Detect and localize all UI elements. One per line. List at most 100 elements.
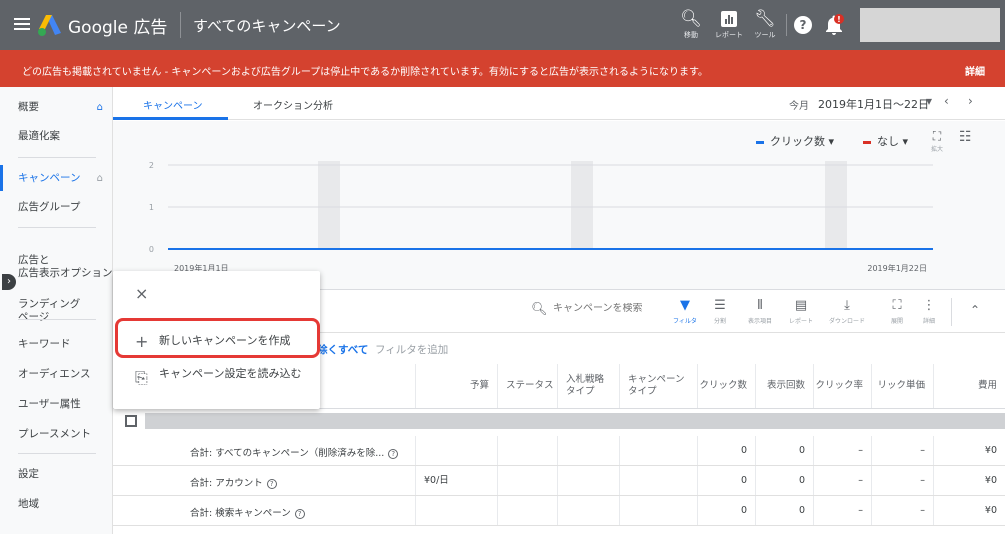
help-icon[interactable]: ?: [266, 479, 277, 489]
sidebar-item-label: 地域: [18, 498, 39, 510]
help-icon[interactable]: ?: [388, 449, 399, 459]
chart-settings-icon[interactable]: ☷: [959, 129, 972, 145]
cell-budget: [415, 496, 497, 525]
sidebar-item-demographics[interactable]: ユーザー属性: [0, 398, 113, 411]
y-tick-label: 1: [149, 203, 154, 212]
cell-campaign-type: [619, 466, 697, 495]
filter-button[interactable]: ▼ フィルタ: [665, 296, 705, 325]
column-header-impressions[interactable]: 表示回数: [755, 364, 813, 408]
help-icon[interactable]: ?: [294, 509, 305, 519]
help-icon[interactable]: ?: [794, 16, 812, 34]
date-prev-icon[interactable]: ‹: [944, 94, 949, 108]
tools-button[interactable]: 🔧︎ ツール: [748, 8, 782, 44]
navigate-button[interactable]: 🔍︎ 移動: [674, 8, 708, 44]
filter-label: フィルタ: [673, 318, 697, 325]
highlight-annotation: [115, 318, 320, 358]
tab-campaigns[interactable]: キャンペーン: [143, 97, 203, 112]
date-next-icon[interactable]: ›: [968, 94, 973, 108]
cell-campaign-type: [619, 496, 697, 525]
table-row: 合計: アカウント? ¥0/日 0 0 – – ¥0: [113, 466, 1005, 496]
column-header-bid-strategy[interactable]: 入札戦略 タイプ: [557, 364, 619, 408]
active-tab-indicator: [113, 117, 228, 120]
alert-details-link[interactable]: 詳細: [965, 63, 985, 78]
navigate-label: 移動: [684, 31, 698, 39]
header-separator: [180, 12, 181, 38]
table-row: 合計: すべてのキャンペーン（削除済みを除...? 0 0 – – ¥0: [113, 436, 1005, 466]
column-header-ctr[interactable]: クリック率: [813, 364, 871, 408]
chevron-up-icon[interactable]: ⌃: [970, 303, 980, 317]
toolbar-separator: [951, 298, 952, 326]
weekend-band-0: [318, 161, 340, 249]
brand-name[interactable]: Google 広告: [68, 13, 167, 38]
cell-impressions: 0: [755, 436, 813, 465]
alert-banner: どの広告も掲載されていません - キャンペーンおよび広告グループは停止中であるか…: [0, 50, 1005, 87]
search-icon: 🔍︎: [531, 302, 548, 317]
row-name-text: 合計: アカウント: [190, 478, 263, 489]
row-name-text: 合計: 検索キャンペーン: [190, 508, 291, 519]
metric2-swatch: [863, 140, 871, 144]
sidebar-item-label: 最適化案: [18, 130, 60, 142]
page-title: すべてのキャンペーン: [193, 17, 341, 35]
segment-button[interactable]: ☰ 分割: [700, 296, 740, 325]
report-icon: [712, 8, 746, 30]
metric1-label: クリック数: [770, 135, 825, 148]
columns-button[interactable]: ⫴ 表示項目: [740, 296, 780, 325]
tools-label: ツール: [754, 31, 776, 39]
y-tick-label: 0: [149, 245, 154, 254]
y-tick-label: 2: [149, 161, 154, 170]
sidebar-item-ads-extensions[interactable]: 広告と 広告表示オプション: [0, 241, 113, 280]
date-dropdown-icon[interactable]: ▾: [926, 94, 932, 108]
reports-button[interactable]: ▤ レポート: [781, 296, 821, 325]
cell-impressions: 0: [755, 466, 813, 495]
cell-budget: ¥0/日: [415, 466, 497, 495]
close-icon[interactable]: ×: [135, 284, 148, 303]
sidebar-item-keywords[interactable]: キーワード: [0, 338, 113, 351]
sidebar-item-audiences[interactable]: オーディエンス: [0, 368, 113, 381]
column-header-clicks[interactable]: クリック数: [697, 364, 755, 408]
sidebar-item-label: オーディエンス: [18, 368, 91, 380]
reports-button[interactable]: レポート: [712, 8, 746, 44]
column-header-campaign-type[interactable]: キャンペーン タイプ: [619, 364, 697, 408]
expand-icon: ⛶: [932, 129, 942, 143]
sidebar-item-label: 設定: [18, 468, 39, 480]
sidebar-item-placements[interactable]: プレースメント: [0, 428, 113, 441]
sidebar-item-campaigns[interactable]: キャンペーン ⌂: [0, 165, 113, 191]
reports-label: レポート: [788, 318, 813, 325]
hamburger-menu-icon[interactable]: [14, 15, 30, 35]
column-header-status[interactable]: ステータス: [497, 364, 557, 408]
filter-chip-all-but-removed[interactable]: 除くすべて: [317, 342, 368, 357]
sidebar-item-locations[interactable]: 地域: [0, 498, 113, 511]
chart-expand-button[interactable]: ⛶ 拡大: [931, 129, 943, 153]
column-header-avg-cpc[interactable]: リック単価: [871, 364, 933, 408]
weekend-band-1: [571, 161, 593, 249]
sidebar-divider: [18, 157, 96, 158]
campaign-search-input[interactable]: [553, 303, 663, 314]
metric1-selector[interactable]: クリック数 ▾: [756, 133, 834, 149]
columns-label: 表示項目: [747, 318, 772, 325]
select-all-row: [113, 409, 1005, 436]
x-tick-label: 2019年1月22日: [867, 263, 927, 273]
account-selector[interactable]: [860, 8, 1000, 42]
download-button[interactable]: ⤓ ダウンロード: [827, 296, 867, 325]
notification-bell-icon[interactable]: !: [822, 13, 846, 37]
sidebar-item-label: 概要: [18, 101, 39, 113]
google-ads-page: Google 広告 すべてのキャンペーン 🔍︎ 移動 レポート 🔧︎ ツール ?…: [0, 0, 1005, 534]
sidebar-item-recommendations[interactable]: 最適化案: [0, 130, 113, 143]
sidebar-item-overview[interactable]: 概要 ⌂: [0, 101, 113, 114]
sidebar-item-ad-groups[interactable]: 広告グループ: [0, 201, 113, 214]
cell-budget: [415, 436, 497, 465]
select-all-checkbox[interactable]: [125, 415, 137, 427]
add-filter-link[interactable]: フィルタを追加: [375, 342, 448, 357]
more-button[interactable]: ⋮ 詳細: [909, 296, 949, 325]
chart-panel: 0 1 2 2019年1月1日 2019年1月22日 クリック数 ▾ なし ▾ ⛶ 拡大…: [113, 121, 1005, 290]
metric2-selector[interactable]: なし ▾: [863, 133, 908, 149]
column-header-budget[interactable]: 予算: [415, 364, 497, 408]
column-header-cost[interactable]: 費用: [933, 364, 1005, 408]
date-range-value[interactable]: 2019年1月1日～22日: [818, 96, 929, 112]
tab-auction-insights[interactable]: オークション分析: [253, 97, 333, 112]
load-campaign-settings-menu-item[interactable]: ⎘ キャンペーン設定を読み込む: [113, 363, 320, 397]
sidebar-divider: [18, 227, 96, 228]
cell-avg-cpc: –: [871, 436, 933, 465]
sidebar-item-settings[interactable]: 設定: [0, 468, 113, 481]
copy-icon: ⎘: [135, 368, 148, 387]
